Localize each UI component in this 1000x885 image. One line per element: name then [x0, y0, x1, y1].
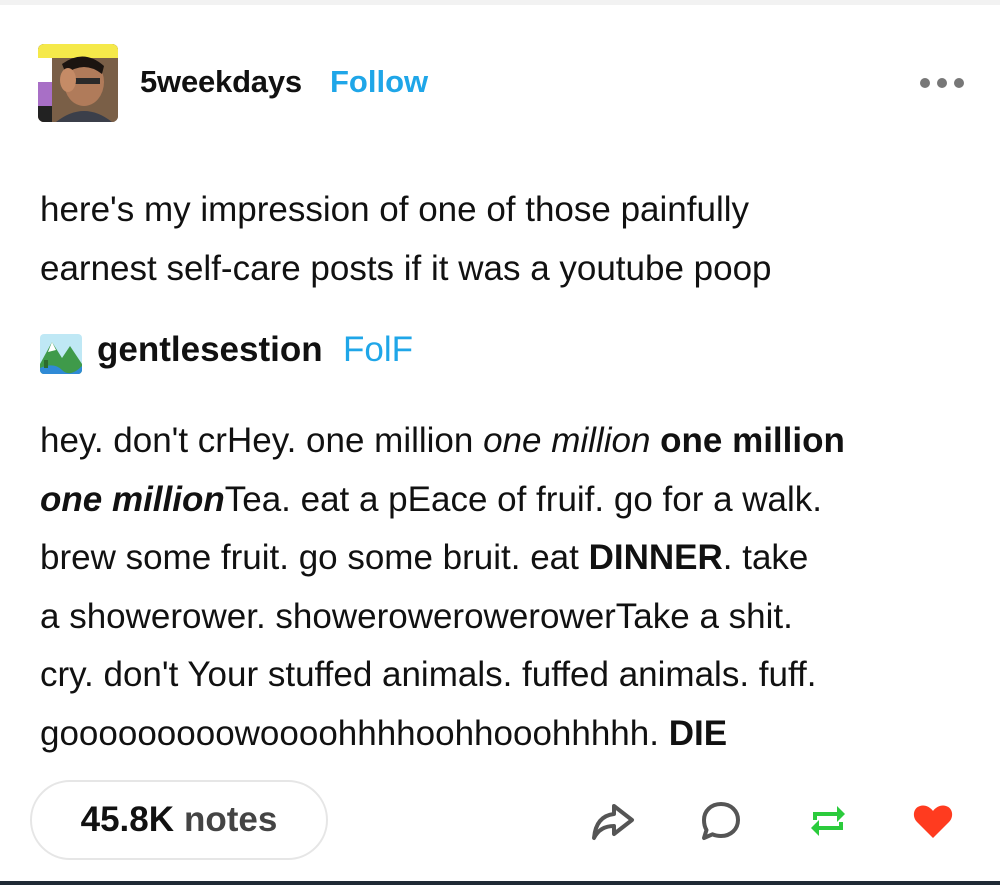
top-divider	[0, 0, 1000, 5]
reblog-follow-button[interactable]: FolF	[343, 330, 413, 370]
post-author[interactable]: 5weekdays	[140, 64, 302, 100]
text-run: Tea. eat a pEace of fruif. go for a walk…	[224, 479, 823, 519]
text-run: hey. don't crHey. one million	[40, 421, 484, 460]
post-text: here's my impression of one of those pai…	[40, 180, 960, 298]
follow-button[interactable]: Follow	[330, 64, 428, 100]
dot	[920, 78, 930, 88]
text-run: brew some fruit. go some bruit. eat	[40, 538, 589, 577]
post-text-line: earnest self-care posts if it was a yout…	[40, 249, 772, 288]
bold-run: DIE	[668, 713, 728, 753]
reblog-line: cry. don't Your stuffed animals. fuffed …	[40, 646, 970, 705]
bold-italic-run: one million	[40, 479, 225, 519]
bottom-divider	[0, 881, 1000, 885]
bold-run: one million	[660, 421, 845, 460]
text-run: . take	[722, 538, 809, 577]
reblog-icon[interactable]	[805, 798, 851, 844]
share-icon[interactable]	[590, 798, 636, 844]
reblog-author[interactable]: gentlesestion	[97, 330, 323, 370]
notes-button[interactable]: 45.8K notes	[30, 780, 328, 860]
dot	[937, 78, 947, 88]
text-run: cry. don't Your stuffed animals. fuffed …	[40, 655, 817, 694]
post-text-line: here's my impression of one of those pai…	[40, 190, 749, 229]
notes-label: notes	[184, 800, 278, 839]
text-run: gooooooooowoooohhhhoohhooohhhhh.	[40, 713, 669, 753]
reblog-line: a showerower. showerowerowerowerTake a s…	[40, 588, 970, 647]
italic-run: one million	[483, 421, 651, 460]
reblog-line: hey. don't crHey. one million one millio…	[40, 412, 970, 471]
reply-icon[interactable]	[698, 798, 744, 844]
reblog-line: one millionTea. eat a pEace of fruif. go…	[40, 471, 970, 530]
reblog-line: gooooooooowoooohhhhoohhooohhhhh. DIE	[40, 705, 970, 764]
text-run: a showerower. showerowerowerowerTake a s…	[40, 596, 793, 636]
notes-count: 45.8K	[80, 800, 175, 839]
more-options-icon[interactable]	[920, 68, 964, 98]
reblog-text: hey. don't crHey. one million one millio…	[40, 412, 970, 763]
avatar[interactable]	[38, 44, 118, 122]
dot	[954, 78, 964, 88]
like-icon[interactable]	[910, 798, 956, 844]
bold-run: DINNER	[588, 538, 723, 577]
text-run	[650, 421, 660, 460]
reblog-avatar[interactable]	[40, 334, 82, 374]
reblog-line: brew some fruit. go some bruit. eat DINN…	[40, 529, 970, 588]
